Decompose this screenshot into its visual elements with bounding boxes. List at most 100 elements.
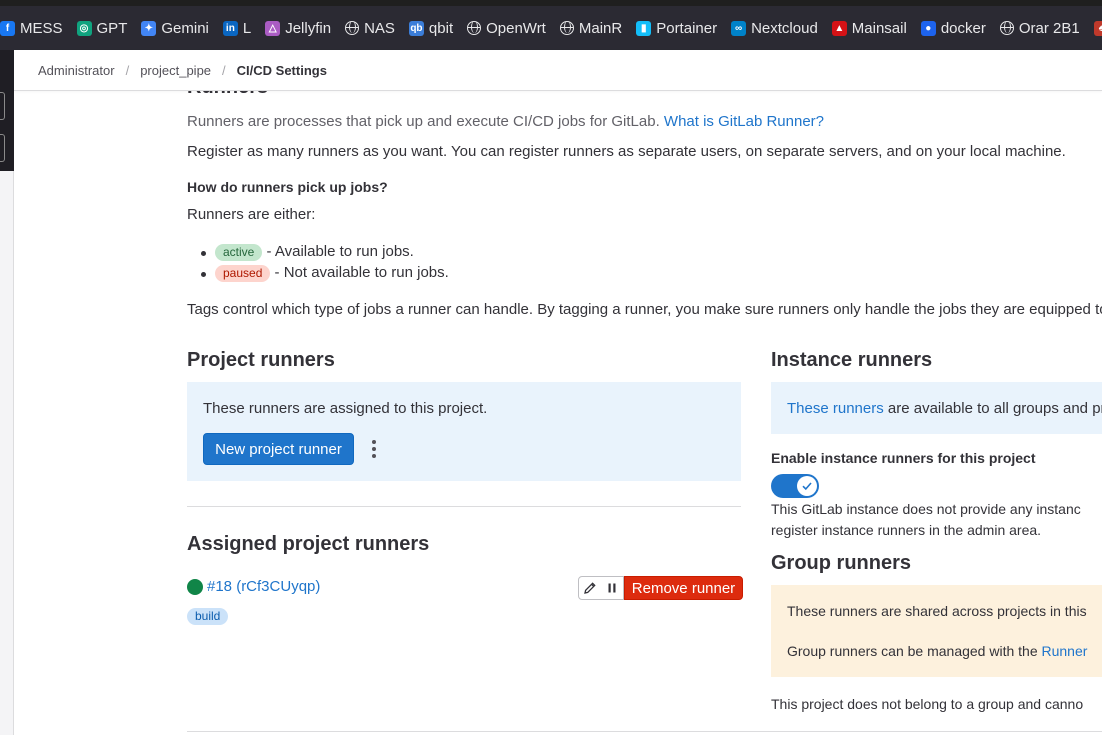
pause-runner-button[interactable] [601,576,624,600]
divider [187,506,741,507]
runner-tag-badge: build [187,608,229,625]
sidebar-button[interactable] [0,92,5,120]
bookmarks-bar: f MESS ◎ GPT ✦ Gemini in L △ Jellyfin NAS qb qbit Ope… [0,6,1102,50]
paused-description: - Not available to run jobs. [270,264,449,281]
bookmark-mess[interactable]: f MESS [0,20,63,37]
breadcrumb-current: CI/CD Settings [236,62,327,78]
qbittorrent-icon: qb [408,20,424,36]
bottom-divider [187,731,1102,732]
remove-runner-button[interactable]: Remove runner [624,576,743,600]
instance-note-line1: This GitLab instance does not provide an… [771,501,1081,517]
bookmark-nextcloud[interactable]: ∞ Nextcloud [731,20,818,37]
bookmark-jellyfin[interactable]: △ Jellyfin [265,20,331,37]
sidebar-button[interactable] [0,134,5,162]
jellyfin-icon: △ [265,20,281,36]
how-heading: How do runners pick up jobs? [187,179,388,195]
more-options-icon[interactable] [363,434,385,464]
active-description: - Available to run jobs. [262,243,414,260]
runners-heading: Runners [187,90,268,99]
enable-instance-runners-toggle[interactable] [771,474,819,498]
bookmark-orar-2b1[interactable]: Orar 2B1 [999,19,1080,37]
bookmark-label: Portainer [656,19,718,37]
breadcrumb-separator: / [222,62,226,78]
runners-page-link[interactable]: Runner [1042,643,1088,659]
bookmark-portainer[interactable]: ▮ Portainer [636,20,717,37]
bookmark-nas[interactable]: NAS [345,20,395,37]
bookmark-gpt[interactable]: ◎ GPT [76,19,128,37]
bookmark-label: Mainsail [851,19,907,37]
new-project-runner-button[interactable]: New project runner [203,433,354,465]
bullet [201,251,206,256]
docker-icon: ● [920,20,936,36]
runner-link[interactable]: #18 (rCf3CUyqp) [207,578,320,595]
instance-runners-info-text: are available to all groups and pr [883,400,1102,417]
runner-status-icon [187,578,203,595]
what-is-runner-link[interactable]: What is GitLab Runner? [664,113,824,130]
group-runners-line2-text: Group runners can be managed with the [787,643,1042,659]
bookmark-l[interactable]: in L [222,19,252,37]
check-icon [802,482,812,491]
state-active-item: active - Available to run jobs. [201,243,414,261]
bookmark-label: Gemini [161,19,209,37]
instance-note-line2: register instance runners in the admin a… [771,522,1042,538]
enable-instance-runners-label: Enable instance runners for this project [771,450,1036,466]
sidebar-panel [0,171,14,735]
either-text: Runners are either: [187,206,316,223]
instance-runners-panel: These runners are available to all group… [771,382,1102,434]
bookmark-mainsail[interactable]: ▲ Mainsail [831,19,907,37]
group-runners-heading: Group runners [771,552,912,574]
tags-text: Tags control which type of jobs a runner… [187,301,1102,318]
linkedin-icon: in [222,20,238,36]
bookmark-label: MainR [578,19,623,37]
pa-icon: ♠ [1093,20,1102,36]
these-runners-link[interactable]: These runners [787,400,884,417]
group-runners-line1: These runners are shared across projects… [787,603,1087,619]
bookmark-pa[interactable]: ♠PA [1093,20,1102,37]
bookmark-gemini[interactable]: ✦ Gemini [141,20,209,37]
runners-intro-text: Runners are processes that pick up and e… [187,113,660,130]
instance-runners-info: These runners are available to all group… [787,400,1102,417]
register-text: Register as many runners as you want. Yo… [187,143,1066,160]
pause-icon [608,583,616,593]
breadcrumb-item-administrator[interactable]: Administrator [38,63,115,78]
portainer-icon: ▮ [636,20,652,36]
runners-intro: Runners are processes that pick up and e… [187,113,824,130]
bookmark-mainr[interactable]: MainR [559,19,623,37]
bookmark-label: docker [940,19,986,37]
bookmark-label: GPT [96,19,128,37]
instance-runners-heading: Instance runners [771,349,933,371]
bookmark-label: Nextcloud [751,19,818,37]
globe-icon [345,21,360,35]
breadcrumb: Administrator / project_pipe / CI/CD Set… [14,50,1102,91]
toggle-knob [797,476,817,496]
group-runners-panel: These runners are shared across projects… [771,585,1102,677]
runner-tags: build [187,607,229,625]
globe-icon [999,21,1014,35]
paused-badge: paused [215,265,271,282]
openai-icon: ◎ [76,20,92,36]
gemini-icon: ✦ [141,20,157,36]
bookmark-label: OpenWrt [486,19,546,37]
mainsail-icon: ▲ [831,20,847,36]
globe-icon [559,21,574,35]
pencil-icon [584,582,596,594]
bookmark-label: qbit [428,19,454,37]
bookmark-qbit[interactable]: qb qbit [408,19,454,37]
bookmark-label: Orar 2B1 [1018,19,1080,37]
sidebar-collapsed [0,50,14,171]
active-badge: active [215,244,263,261]
nextcloud-icon: ∞ [731,20,747,36]
bookmark-label: NAS [364,19,395,37]
assigned-runners-heading: Assigned project runners [187,533,430,555]
edit-runner-button[interactable] [578,576,602,600]
breadcrumb-item-project[interactable]: project_pipe [140,63,211,78]
facebook-icon: f [0,20,15,36]
project-runners-panel: These runners are assigned to this proje… [187,382,741,481]
group-runners-line2: Group runners can be managed with the Ru… [787,643,1087,659]
bookmark-docker[interactable]: ● docker [920,19,986,37]
main-content: Runners Runners are processes that pick … [187,90,1102,735]
bookmark-openwrt[interactable]: OpenWrt [467,20,546,37]
bookmark-label: L [242,19,252,37]
state-paused-item: paused - Not available to run jobs. [201,264,449,282]
bullet [201,272,206,277]
